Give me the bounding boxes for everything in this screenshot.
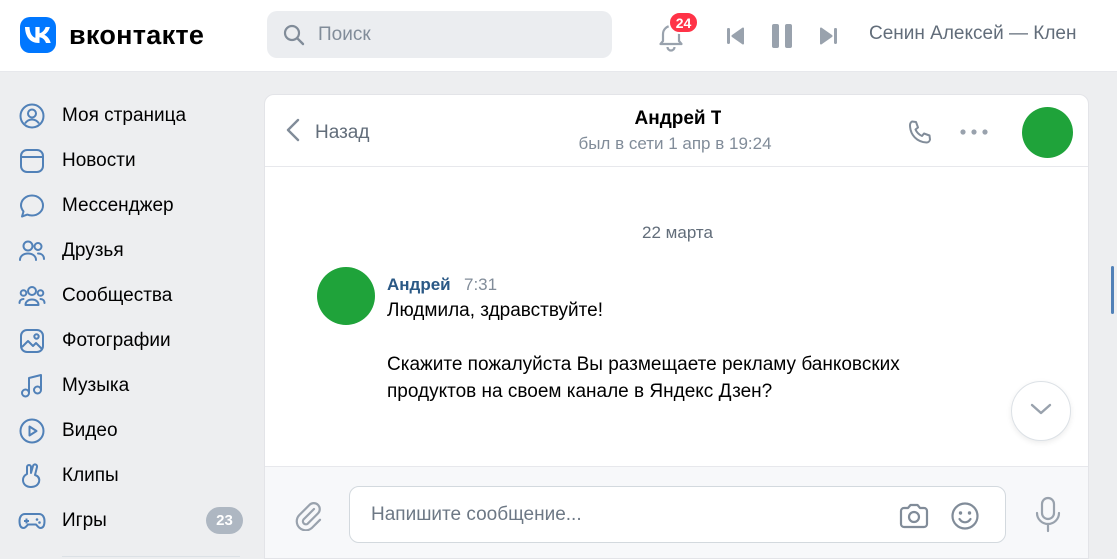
sidebar-item-label: Сообщества [62,285,173,306]
message-input-placeholder: Напишите сообщение... [371,504,582,525]
message-text-line: Скажите пожалуйста Вы размещаете рекламу… [387,354,900,375]
message-composer: Напишите сообщение... [265,466,1088,558]
sidebar-item-music[interactable]: Музыка [18,366,250,406]
chat-header: Назад Андрей Т был в сети 1 апр в 19:24 [265,95,1088,167]
date-separator: 22 марта [642,223,713,242]
sidebar-item-label: Музыка [62,375,130,396]
sidebar-item-friends[interactable]: Друзья [18,231,250,271]
message-author[interactable]: Андрей [387,275,451,295]
sidebar-item-games[interactable]: Игры 23 [18,501,250,541]
message-text-line: Людмила, здравствуйте! [387,300,603,321]
notifications-count-badge: 24 [668,11,699,34]
user-circle-icon [18,102,46,130]
top-header: вконтакте Поиск 24 Сенин Алексей — Клен [0,0,1117,72]
sidebar-item-photos[interactable]: Фотографии [18,321,250,361]
next-track-icon[interactable] [814,22,842,50]
search-input[interactable]: Поиск [267,11,612,58]
sidebar-item-label: Игры [62,510,107,531]
scroll-down-button[interactable] [1011,381,1071,441]
sidebar-item-clips[interactable]: Клипы [18,456,250,496]
sidebar-item-label: Моя страница [62,105,187,126]
vk-logo-icon [20,17,56,53]
chat-panel: Назад Андрей Т был в сети 1 апр в 19:24 … [264,94,1089,559]
sidebar-item-my-page[interactable]: Моя страница [18,96,250,136]
music-icon [18,372,46,400]
emoji-smile-icon[interactable] [948,499,982,533]
right-scroll-indicator[interactable] [1111,266,1114,314]
logo-text: вконтакте [69,19,205,50]
gamepad-icon [18,507,46,535]
sidebar-item-video[interactable]: Видео [18,411,250,451]
more-options-icon[interactable] [959,117,989,147]
sidebar-item-label: Фотографии [62,330,171,351]
peer-name-text: Андрей Т [634,108,721,129]
sidebar-divider [62,556,240,557]
sidebar-item-label: Мессенджер [62,195,174,216]
now-playing-track[interactable]: Сенин Алексей — Клен [869,23,1117,45]
sidebar-item-communities[interactable]: Сообщества [18,276,250,316]
communities-icon [18,282,46,310]
search-placeholder: Поиск [318,23,371,45]
search-icon [283,24,305,46]
news-icon [18,147,46,175]
sidebar-item-label: Друзья [62,240,124,261]
chevron-down-icon [1029,402,1053,421]
message-input[interactable]: Напишите сообщение... [349,486,1006,543]
camera-icon[interactable] [897,499,931,533]
games-count-badge: 23 [206,507,243,534]
microphone-icon[interactable] [1031,495,1065,535]
attach-paperclip-icon[interactable] [291,498,325,532]
sidebar-item-messenger[interactable]: Мессенджер [18,186,250,226]
pause-icon[interactable] [768,22,796,50]
sidebar-item-label: Новости [62,150,136,171]
previous-track-icon[interactable] [722,22,750,50]
sidebar-item-label: Видео [62,420,118,441]
message-time: 7:31 [464,275,498,294]
message-bubble-icon [18,192,46,220]
clips-icon [18,462,46,490]
message-text-line: продуктов на своем канале в Яндекс Дзен? [387,381,773,402]
message-author-avatar[interactable] [317,267,375,325]
friends-icon [18,237,46,265]
sidebar-item-label: Клипы [62,465,119,486]
photo-icon [18,327,46,355]
video-play-icon [18,417,46,445]
phone-icon[interactable] [905,117,935,147]
peer-avatar[interactable] [1022,107,1073,158]
sidebar-item-news[interactable]: Новости [18,141,250,181]
vk-logo[interactable]: вконтакте [20,17,204,53]
